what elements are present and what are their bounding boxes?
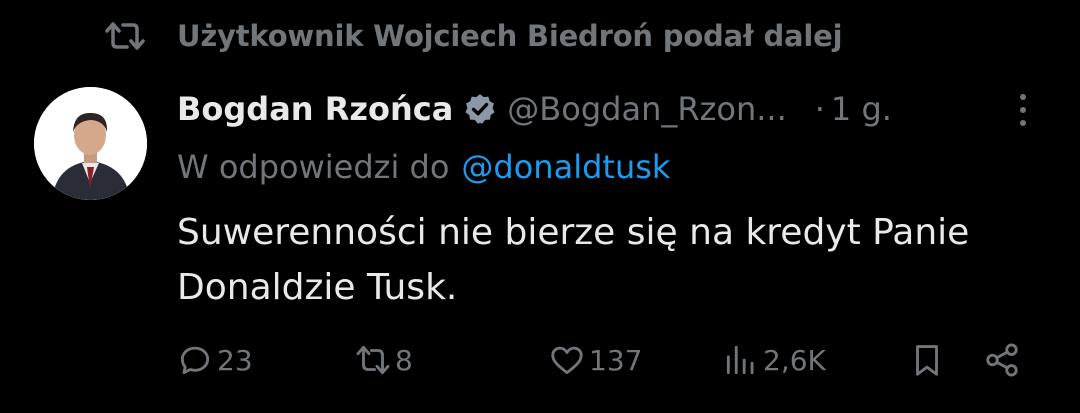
post-time[interactable]: 1 g.	[831, 90, 892, 128]
more-dot	[1020, 107, 1026, 113]
more-options-icon[interactable]	[1008, 88, 1038, 132]
views-button[interactable]: 2,6K	[722, 335, 826, 385]
more-dot	[1020, 120, 1026, 126]
reply-button[interactable]: 23	[176, 335, 253, 385]
tweet-header: Bogdan Rzońca @Bogdan_Rzon... · 1 g.	[177, 84, 892, 134]
separator-dot: ·	[814, 90, 825, 128]
bookmark-icon	[916, 345, 938, 376]
like-count: 137	[589, 343, 643, 377]
tweet-text-line: Suwerenności nie bierze się na kredyt Pa…	[177, 212, 970, 253]
avatar-image	[34, 87, 147, 200]
views-count: 2,6K	[763, 343, 826, 377]
tweet-text: Suwerenności nie bierze się na kredyt Pa…	[177, 205, 1037, 315]
repost-button[interactable]: 8	[354, 335, 413, 385]
bookmark-button[interactable]	[908, 335, 946, 385]
verified-badge-icon[interactable]	[463, 92, 497, 126]
like-button[interactable]: 137	[548, 335, 642, 385]
avatar[interactable]	[34, 87, 147, 200]
share-icon	[986, 343, 1018, 377]
reply-context: W odpowiedzi do @donaldtusk	[177, 142, 670, 192]
repost-indicator[interactable]: Użytkownik Wojciech Biedroń podał dalej	[103, 14, 843, 58]
share-button[interactable]	[983, 335, 1021, 385]
reply-icon	[180, 346, 210, 375]
more-dot	[1020, 94, 1026, 100]
reply-mention-link[interactable]: @donaldtusk	[461, 148, 670, 186]
reply-count: 23	[217, 343, 253, 377]
author-handle[interactable]: @Bogdan_Rzon...	[507, 90, 786, 128]
reply-prefix: W odpowiedzi do	[177, 148, 450, 186]
heart-icon	[551, 346, 583, 375]
repost-icon	[356, 345, 390, 375]
repost-icon	[105, 22, 145, 50]
views-chart-icon	[726, 345, 754, 375]
tweet-text-line: Donaldzie Tusk.	[177, 267, 458, 308]
repost-count: 8	[395, 343, 413, 377]
repost-label: Użytkownik Wojciech Biedroń podał dalej	[177, 19, 843, 53]
action-bar: 23 8 137 2,6K	[170, 335, 1040, 385]
author-name[interactable]: Bogdan Rzońca	[177, 90, 453, 128]
